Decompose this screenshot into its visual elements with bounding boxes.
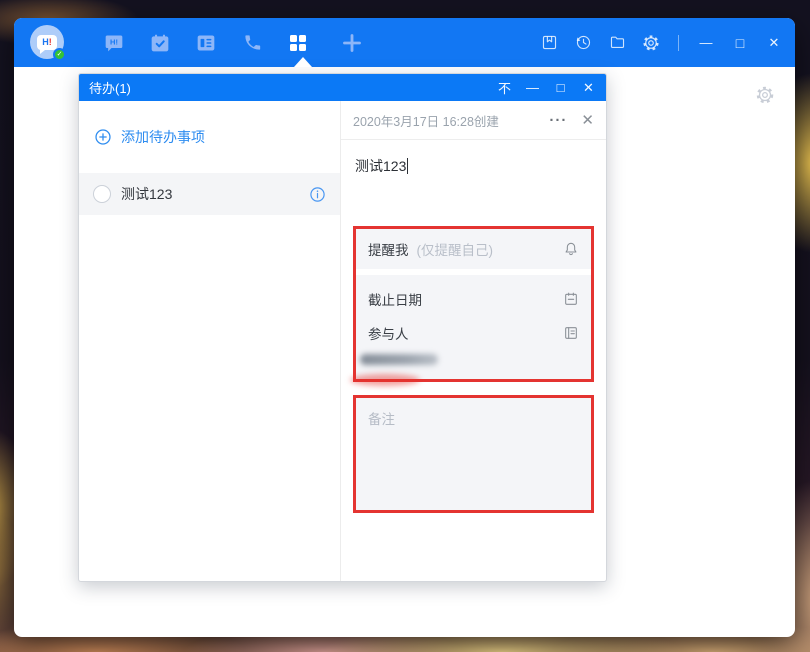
remind-me-row[interactable]: 提醒我 (仅提醒自己) [356,229,591,269]
notes-placeholder: 备注 [368,412,395,427]
apps-grid-icon[interactable] [288,33,308,53]
online-status-icon: ✓ [53,48,66,61]
notes-textarea[interactable]: 备注 [356,398,591,510]
reminder-annotation-box: 提醒我 (仅提醒自己) 截止日期 参与人 [353,226,594,382]
app-window: H! ✓ H! [14,18,795,637]
dialog-maximize-button[interactable]: □ [553,80,568,95]
history-icon[interactable] [574,34,592,52]
todo-dialog-titlebar[interactable]: 待办(1) 不 — □ ✕ [79,74,606,101]
add-todo-label: 添加待办事项 [121,127,205,147]
window-maximize-button[interactable]: □ [731,35,749,51]
remind-me-label: 提醒我 [368,239,409,259]
toolbar-separator [678,35,679,51]
news-icon[interactable] [196,33,216,53]
text-caret [407,158,408,174]
window-close-button[interactable]: ✕ [765,35,783,51]
add-todo-button[interactable]: 添加待办事项 [79,101,340,173]
dialog-controls: 不 — □ ✕ [497,78,596,97]
dialog-close-button[interactable]: ✕ [581,80,596,96]
detail-header: 2020年3月17日 16:28创建 ··· ✕ [341,101,606,140]
todo-detail-panel: 2020年3月17日 16:28创建 ··· ✕ 测试123 提醒我 (仅提醒自… [341,101,606,581]
circle-plus-icon [94,128,112,146]
participants-label: 参与人 [368,323,409,343]
page-settings-gear-icon[interactable] [755,85,775,105]
bell-icon [563,241,579,257]
avatar: H! ✓ [30,25,64,59]
todo-dialog: 待办(1) 不 — □ ✕ 添加待办事项 测试123 [78,73,607,582]
notes-annotation-box: 备注 [353,395,594,513]
todo-dialog-title: 待办(1) [89,78,131,97]
detail-close-button[interactable]: ✕ [581,111,594,129]
calendar-icon[interactable] [150,33,170,53]
phone-icon[interactable] [242,33,262,53]
fields-block: 截止日期 参与人 [356,275,591,379]
due-date-calendar-icon [563,291,579,307]
more-options-button[interactable]: ··· [549,112,567,129]
bookmark-icon[interactable] [540,34,558,52]
todo-title-input[interactable]: 测试123 [341,140,606,176]
remind-me-hint: (仅提醒自己) [417,239,494,259]
todo-item-label: 测试123 [121,184,172,204]
user-avatar[interactable]: H! ✓ [30,25,66,61]
todo-dialog-body: 添加待办事项 测试123 2020年3月17日 16:28创建 ··· ✕ [79,101,606,581]
participants-row[interactable]: 参与人 [368,321,579,345]
due-date-label: 截止日期 [368,289,422,309]
chat-icon[interactable]: H! [104,33,124,53]
participants-icon [563,325,579,341]
add-plus-icon[interactable] [342,33,362,53]
svg-text:H!: H! [110,37,118,46]
todo-title-text: 测试123 [355,158,406,174]
settings-gear-icon[interactable] [642,34,660,52]
dialog-minimize-button[interactable]: — [525,80,540,95]
popup-callout-arrow [294,57,312,67]
folder-icon[interactable] [608,34,626,52]
main-toolbar: H! ✓ H! [14,18,795,67]
dialog-unpin-button[interactable]: 不 [497,78,512,97]
window-minimize-button[interactable]: — [697,35,715,50]
hi-logo-icon: H! [37,35,57,50]
todo-list-item[interactable]: 测试123 [79,173,340,215]
todo-list-panel: 添加待办事项 测试123 [79,101,341,581]
todo-checkbox[interactable] [93,185,111,203]
toolbar-right: — □ ✕ [540,18,783,67]
due-date-row[interactable]: 截止日期 [368,287,579,311]
created-timestamp: 2020年3月17日 16:28创建 [353,111,499,130]
participant-name-redacted [360,354,438,365]
info-icon[interactable] [309,186,326,203]
toolbar-nav: H! [104,33,362,53]
